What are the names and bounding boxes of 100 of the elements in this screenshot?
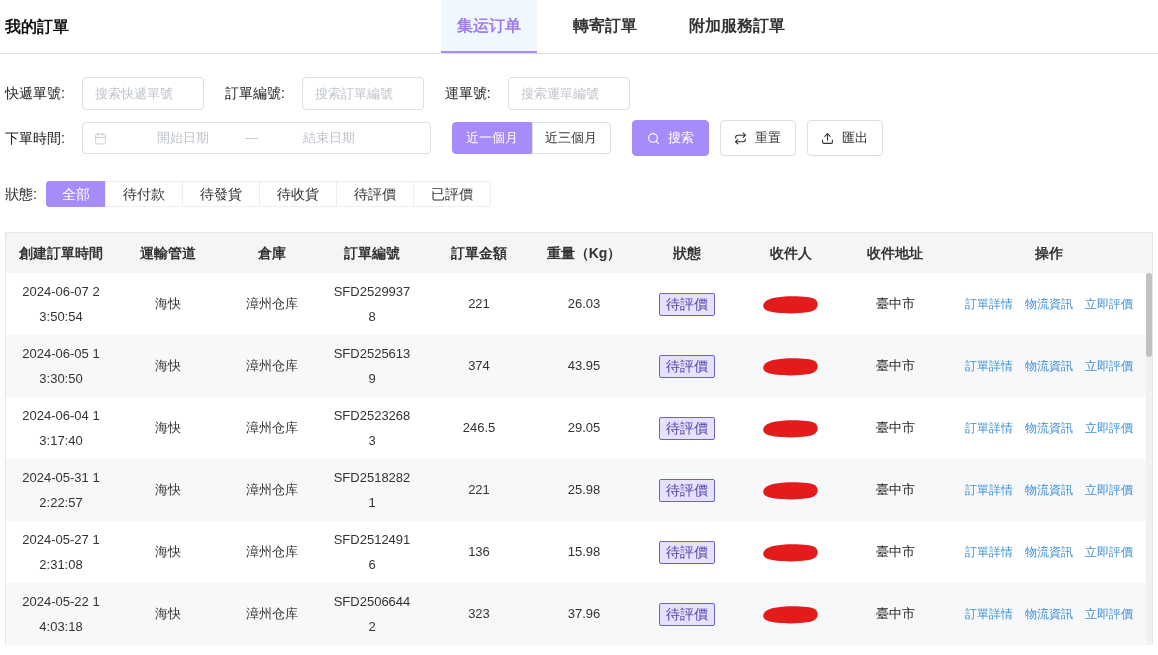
table-cell-text: 臺中市 bbox=[875, 481, 915, 500]
column-header: 狀態 bbox=[673, 243, 701, 263]
column-header: 倉庫 bbox=[258, 243, 286, 263]
table-cell-text: 2024-05-31 12:22:57 bbox=[21, 469, 101, 512]
table-cell-text: 海快 bbox=[155, 357, 181, 376]
column-header: 操作 bbox=[1035, 243, 1063, 263]
status-tag: 待評價 bbox=[659, 478, 715, 502]
table-cell-text: 26.03 bbox=[567, 295, 601, 314]
search-icon bbox=[646, 131, 660, 145]
action-link[interactable]: 立即評價 bbox=[1085, 543, 1133, 561]
action-link[interactable]: 訂單詳情 bbox=[965, 605, 1013, 623]
action-link[interactable]: 訂單詳情 bbox=[965, 419, 1013, 437]
table-cell-text: 136 bbox=[468, 543, 490, 562]
action-link[interactable]: 物流資訊 bbox=[1025, 419, 1073, 437]
action-link[interactable]: 訂單詳情 bbox=[965, 357, 1013, 375]
table-cell-text: 臺中市 bbox=[875, 543, 915, 562]
status-filter-option[interactable]: 待收貨 bbox=[258, 181, 337, 207]
table-cell-text: 221 bbox=[468, 481, 490, 500]
search-input[interactable]: 搜索訂單編號 bbox=[301, 77, 424, 110]
calendar-icon bbox=[93, 131, 107, 145]
action-link[interactable]: 立即評價 bbox=[1085, 481, 1133, 499]
action-link[interactable]: 物流資訊 bbox=[1025, 543, 1073, 561]
table-cell-text: 15.98 bbox=[567, 543, 601, 562]
field-label: 快遞單號: bbox=[5, 84, 65, 103]
action-link[interactable]: 物流資訊 bbox=[1025, 605, 1073, 623]
column-header: 創建訂單時間 bbox=[19, 243, 103, 263]
table-cell-text: 漳州仓库 bbox=[246, 543, 298, 562]
column-header: 收件人 bbox=[770, 243, 812, 263]
date-separator: — bbox=[244, 129, 258, 148]
field-label: 運單號: bbox=[444, 84, 491, 103]
scrollbar-thumb[interactable] bbox=[1146, 273, 1152, 357]
action-link[interactable]: 物流資訊 bbox=[1025, 357, 1073, 375]
status-tag: 待評價 bbox=[659, 602, 715, 626]
status-filter-option[interactable]: 已評價 bbox=[412, 181, 491, 207]
table-cell-text: 221 bbox=[468, 295, 490, 314]
status-tag: 待評價 bbox=[659, 292, 715, 316]
table-cell-text: 246.5 bbox=[462, 419, 496, 438]
quick-range-button[interactable]: 近一個月 bbox=[451, 122, 532, 154]
toolbar-button[interactable]: 搜索 bbox=[631, 120, 709, 156]
table-cell-text: 海快 bbox=[155, 419, 181, 438]
field-label: 下單時間: bbox=[5, 128, 65, 148]
status-tag: 待評價 bbox=[659, 540, 715, 564]
search-input[interactable]: 搜索運單編號 bbox=[507, 77, 630, 110]
table-cell-text: 25.98 bbox=[567, 481, 601, 500]
action-link[interactable]: 物流資訊 bbox=[1025, 481, 1073, 499]
quick-range-button[interactable]: 近三個月 bbox=[531, 122, 611, 154]
action-link[interactable]: 物流資訊 bbox=[1025, 295, 1073, 313]
table-cell-text: 臺中市 bbox=[875, 357, 915, 376]
table-cell-text: 37.96 bbox=[567, 605, 601, 624]
table-cell-text: 海快 bbox=[155, 295, 181, 314]
status-tag: 待評價 bbox=[659, 354, 715, 378]
toolbar-button[interactable]: 重置 bbox=[719, 120, 796, 156]
table-cell-text: 323 bbox=[468, 605, 490, 624]
status-filter-option[interactable]: 待評價 bbox=[335, 181, 414, 207]
table-cell-text: 海快 bbox=[155, 481, 181, 500]
table-cell-text: 漳州仓库 bbox=[246, 295, 298, 314]
order-type-tab[interactable]: 轉寄訂單 bbox=[557, 0, 653, 53]
table-cell-text: 海快 bbox=[155, 543, 181, 562]
start-date-input[interactable]: 開始日期 bbox=[122, 128, 243, 148]
end-date-input[interactable]: 結束日期 bbox=[263, 128, 394, 148]
order-type-tab[interactable]: 附加服務訂單 bbox=[673, 0, 801, 53]
table-cell-text: 2024-06-05 13:30:50 bbox=[21, 345, 101, 388]
table-cell-text: SFD25299378 bbox=[332, 283, 412, 326]
column-header: 收件地址 bbox=[867, 243, 923, 263]
upload-icon bbox=[821, 131, 835, 145]
table-cell-text: 2024-05-27 12:31:08 bbox=[21, 531, 101, 574]
table-cell-text: 漳州仓库 bbox=[246, 481, 298, 500]
table-cell-text: 海快 bbox=[155, 605, 181, 624]
action-link[interactable]: 立即評價 bbox=[1085, 605, 1133, 623]
table-cell-text: SFD25256139 bbox=[332, 345, 412, 388]
column-header: 運輸管道 bbox=[140, 243, 196, 263]
action-link[interactable]: 立即評價 bbox=[1085, 357, 1133, 375]
action-link[interactable]: 立即評價 bbox=[1085, 419, 1133, 437]
status-tag: 待評價 bbox=[659, 416, 715, 440]
repeat-arrows-icon bbox=[734, 131, 748, 145]
action-link[interactable]: 訂單詳情 bbox=[965, 481, 1013, 499]
table-cell-text: 臺中市 bbox=[875, 419, 915, 438]
status-filter-option[interactable]: 待發貨 bbox=[181, 181, 260, 207]
table-cell-text: 374 bbox=[468, 357, 490, 376]
table-cell-text: 臺中市 bbox=[875, 605, 915, 624]
toolbar-button[interactable]: 匯出 bbox=[806, 120, 883, 156]
action-link[interactable]: 立即評價 bbox=[1085, 295, 1133, 313]
table-cell-text: 2024-06-07 23:50:54 bbox=[21, 283, 101, 326]
table-cell-text: SFD25182821 bbox=[332, 469, 412, 512]
field-label: 狀態: bbox=[5, 184, 37, 204]
status-filter-option[interactable]: 待付款 bbox=[104, 181, 183, 207]
table-cell-text: 43.95 bbox=[567, 357, 601, 376]
table-cell-text: 臺中市 bbox=[875, 295, 915, 314]
table-cell-text: SFD25124916 bbox=[332, 531, 412, 574]
table-cell-text: 2024-06-04 13:17:40 bbox=[21, 407, 101, 450]
action-link[interactable]: 訂單詳情 bbox=[965, 543, 1013, 561]
order-type-tab[interactable]: 集运订单 bbox=[441, 0, 537, 53]
column-header: 訂單金額 bbox=[451, 243, 507, 263]
status-filter-option[interactable]: 全部 bbox=[45, 181, 106, 207]
search-input[interactable]: 搜索快遞單號 bbox=[81, 77, 204, 110]
table-cell-text: 漳州仓库 bbox=[246, 605, 298, 624]
table-cell-text: SFD25066442 bbox=[332, 593, 412, 636]
table-cell-text: SFD25232683 bbox=[332, 407, 412, 450]
table-cell-text: 2024-05-22 14:03:18 bbox=[21, 593, 101, 636]
action-link[interactable]: 訂單詳情 bbox=[965, 295, 1013, 313]
